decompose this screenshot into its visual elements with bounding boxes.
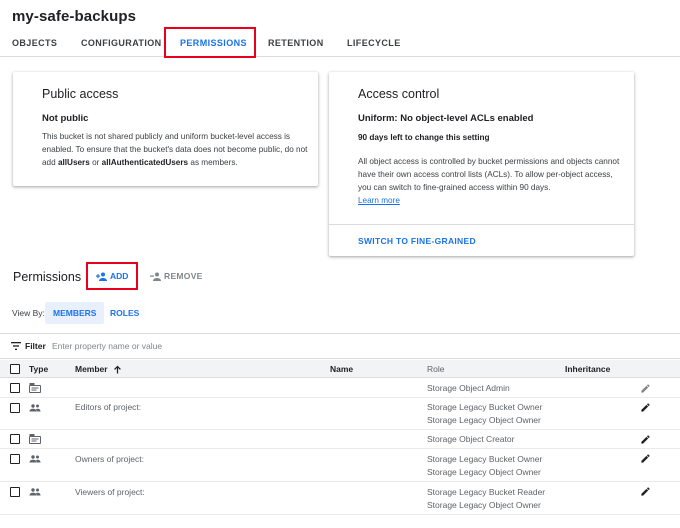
tab-lifecycle[interactable]: LIFECYCLE	[347, 30, 401, 57]
access-control-card: Access control Uniform: No object-level …	[329, 72, 634, 256]
remove-label: REMOVE	[164, 271, 203, 281]
select-all-checkbox[interactable]	[10, 364, 20, 374]
permissions-tab-highlight	[164, 27, 256, 58]
add-person-icon	[96, 272, 107, 281]
row-checkbox[interactable]	[10, 454, 20, 464]
edit-icon[interactable]	[640, 402, 651, 413]
view-by-label: View By:	[12, 308, 45, 318]
remove-person-icon	[150, 272, 161, 281]
edit-icon[interactable]	[640, 434, 651, 445]
column-name[interactable]: Name	[330, 364, 353, 374]
edit-icon[interactable]	[640, 383, 651, 394]
group-icon	[29, 404, 41, 412]
member-cell: Owners of project:	[75, 454, 144, 464]
group-icon	[29, 488, 41, 496]
bucket-title: my-safe-backups	[12, 8, 137, 25]
role-cell: Storage Legacy Bucket Owner Storage Legac…	[427, 402, 543, 425]
access-control-status: Uniform: No object-level ACLs enabled	[358, 113, 534, 124]
filter-button[interactable]: Filter	[11, 341, 46, 351]
permissions-title: Permissions	[13, 270, 82, 284]
arrow-up-icon	[113, 365, 121, 373]
row-checkbox[interactable]	[10, 434, 20, 444]
member-cell: Editors of project:	[75, 402, 142, 412]
table-row: Owners of project: Storage Legacy Bucket…	[0, 449, 680, 482]
row-checkbox[interactable]	[10, 383, 20, 393]
table-row: Editors of project: Storage Legacy Bucke…	[0, 398, 680, 430]
column-type: Type	[29, 364, 49, 374]
public-access-status: Not public	[42, 113, 89, 124]
view-by-roles-button[interactable]: ROLES	[102, 302, 147, 324]
add-label: ADD	[110, 271, 129, 281]
card-divider	[329, 224, 634, 225]
table-row: Storage Object Creator	[0, 430, 680, 449]
group-icon	[29, 455, 41, 463]
table-header: Type Member Name Role Inheritance	[0, 360, 680, 378]
filter-icon	[11, 342, 21, 350]
column-role[interactable]: Role	[427, 364, 444, 374]
edit-icon[interactable]	[640, 453, 651, 464]
column-member[interactable]: Member	[75, 364, 122, 374]
service-account-icon	[29, 383, 41, 393]
filter-bar: Filter	[0, 333, 680, 359]
table-row: Viewers of project: Storage Legacy Bucke…	[0, 482, 680, 515]
role-cell: Storage Object Creator	[427, 434, 515, 444]
access-control-title: Access control	[358, 87, 440, 101]
tab-bar: OBJECTS CONFIGURATION PERMISSIONS RETENT…	[0, 30, 680, 58]
row-checkbox[interactable]	[10, 403, 20, 413]
service-account-icon	[29, 434, 41, 444]
filter-input[interactable]	[52, 339, 352, 353]
member-cell: Viewers of project:	[75, 487, 145, 497]
role-cell: Storage Legacy Bucket Owner Storage Legac…	[427, 454, 543, 477]
filter-label: Filter	[25, 341, 46, 351]
tab-retention[interactable]: RETENTION	[268, 30, 324, 57]
access-control-description: All object access is controlled by bucke…	[358, 157, 620, 205]
tab-objects[interactable]: OBJECTS	[12, 30, 57, 57]
column-inheritance[interactable]: Inheritance	[565, 364, 610, 374]
public-access-card: Public access Not public This bucket is …	[13, 72, 318, 186]
edit-icon[interactable]	[640, 486, 651, 497]
view-by-members-button[interactable]: MEMBERS	[45, 302, 105, 324]
remove-member-button[interactable]: REMOVE	[150, 271, 203, 281]
add-member-button[interactable]: ADD	[96, 271, 128, 281]
learn-more-link[interactable]: Learn more	[358, 196, 400, 205]
public-access-title: Public access	[42, 87, 119, 101]
public-access-description: This bucket is not shared publicly and u…	[42, 132, 308, 167]
row-checkbox[interactable]	[10, 487, 20, 497]
days-left-notice: 90 days left to change this setting	[358, 133, 490, 142]
role-cell: Storage Object Admin	[427, 383, 510, 393]
switch-fine-grained-button[interactable]: SWITCH TO FINE-GRAINED	[358, 236, 476, 246]
role-cell: Storage Legacy Bucket Reader Storage Lega…	[427, 487, 546, 510]
tab-configuration[interactable]: CONFIGURATION	[81, 30, 162, 57]
table-row: Storage Object Admin	[0, 379, 680, 398]
